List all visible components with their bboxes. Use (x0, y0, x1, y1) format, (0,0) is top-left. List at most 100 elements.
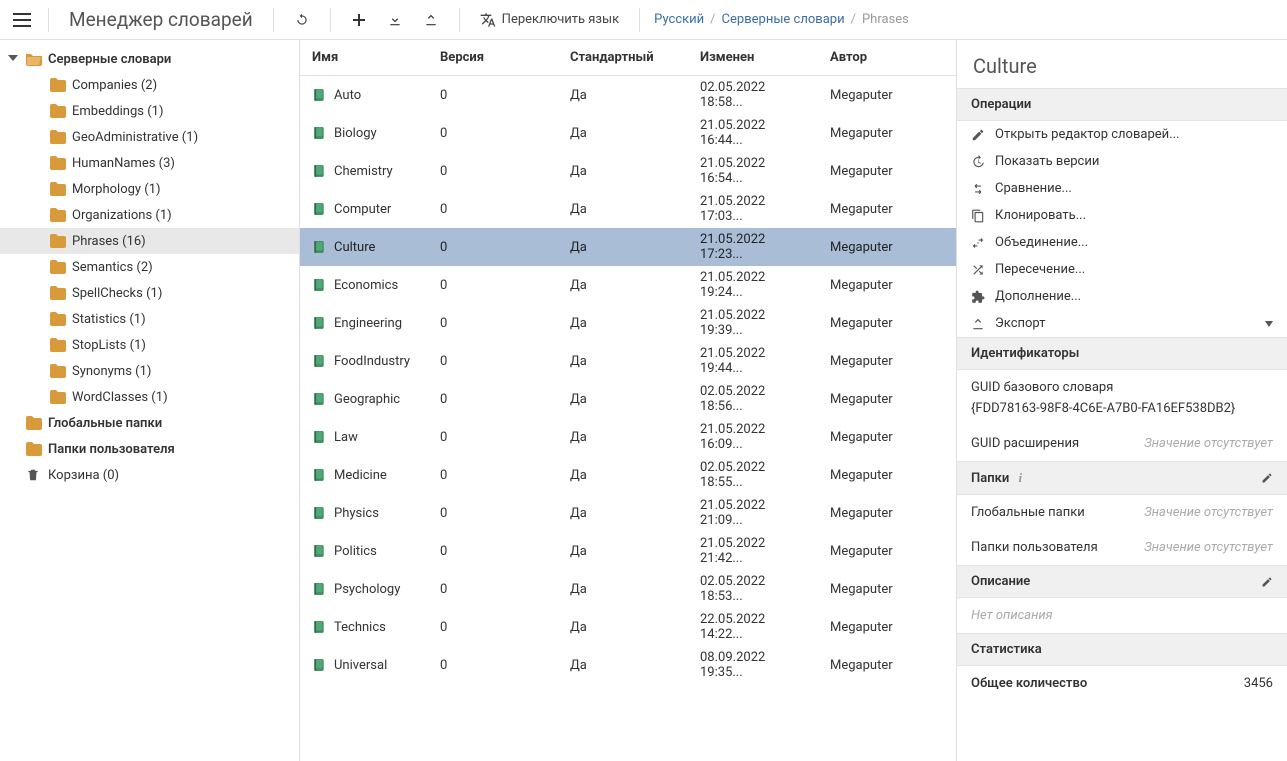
book-icon (312, 316, 326, 330)
breadcrumb-item[interactable]: Серверные словари (722, 12, 845, 27)
cell-version: 0 (428, 304, 558, 342)
tree-label: Глобальные папки (48, 416, 162, 431)
sidebar-folder[interactable]: Embeddings (1) (0, 98, 299, 124)
sidebar-folder[interactable]: HumanNames (3) (0, 150, 299, 176)
sidebar-folder[interactable]: Statistics (1) (0, 306, 299, 332)
separator (330, 8, 331, 32)
cell-modified: 21.05.2022 17:03... (688, 190, 818, 228)
import-button[interactable] (381, 6, 409, 34)
cell-name: Geographic (334, 392, 400, 407)
folder-icon (50, 78, 66, 92)
col-author[interactable]: Автор (818, 40, 956, 76)
sidebar-folder[interactable]: Phrases (16) (0, 228, 299, 254)
table-row[interactable]: Geographic0Да02.05.2022 18:56...Megapute… (300, 380, 956, 418)
cell-modified: 21.05.2022 21:42... (688, 532, 818, 570)
switch-language-label: Переключить язык (502, 12, 619, 27)
table-row[interactable]: Biology0Да21.05.2022 16:44...Megaputer (300, 114, 956, 152)
col-version[interactable]: Версия (428, 40, 558, 76)
sidebar-folder[interactable]: Companies (2) (0, 72, 299, 98)
sidebar-folder[interactable]: Semantics (2) (0, 254, 299, 280)
cell-name: Computer (334, 202, 391, 217)
cell-name: FoodIndustry (334, 354, 410, 369)
sidebar-folder[interactable]: StopLists (1) (0, 332, 299, 358)
menu-button[interactable] (10, 8, 34, 32)
sidebar: Серверные словари Companies (2) Embedding… (0, 40, 300, 761)
collapse-icon[interactable] (8, 53, 20, 65)
op-compare[interactable]: Сравнение... (957, 175, 1287, 202)
table-row[interactable]: Chemistry0Да21.05.2022 16:54...Megaputer (300, 152, 956, 190)
op-append[interactable]: Дополнение... (957, 283, 1287, 310)
sidebar-folder[interactable]: WordClasses (1) (0, 384, 299, 410)
cell-version: 0 (428, 608, 558, 646)
sidebar-folder[interactable]: Synonyms (1) (0, 358, 299, 384)
table-row[interactable]: Psychology0Да02.05.2022 18:53...Megapute… (300, 570, 956, 608)
tree-label: Корзина (0) (48, 468, 119, 483)
sidebar-folder[interactable]: SpellChecks (1) (0, 280, 299, 306)
cell-modified: 02.05.2022 18:53... (688, 570, 818, 608)
info-icon[interactable]: i (1015, 470, 1022, 485)
cell-standard: Да (558, 494, 688, 532)
table-row[interactable]: Engineering0Да21.05.2022 19:39...Megaput… (300, 304, 956, 342)
book-icon (312, 392, 326, 406)
table-row[interactable]: Universal0Да08.09.2022 19:35...Megaputer (300, 646, 956, 684)
table-row[interactable]: Physics0Да21.05.2022 21:09...Megaputer (300, 494, 956, 532)
copy-icon (971, 209, 985, 223)
table-row[interactable]: Politics0Да21.05.2022 21:42...Megaputer (300, 532, 956, 570)
book-icon (312, 582, 326, 596)
breadcrumb-item[interactable]: Русский (654, 12, 704, 27)
shuffle-icon (971, 263, 985, 277)
table-row[interactable]: Medicine0Да02.05.2022 18:55...Megaputer (300, 456, 956, 494)
cell-modified: 21.05.2022 19:24... (688, 266, 818, 304)
add-button[interactable] (345, 6, 373, 34)
table-row[interactable]: FoodIndustry0Да21.05.2022 19:44...Megapu… (300, 342, 956, 380)
folder-label: HumanNames (3) (72, 156, 175, 171)
table-row[interactable]: Law0Да21.05.2022 16:09...Megaputer (300, 418, 956, 456)
cell-modified: 21.05.2022 16:44... (688, 114, 818, 152)
sidebar-folder[interactable]: GeoAdministrative (1) (0, 124, 299, 150)
export-button[interactable] (417, 6, 445, 34)
tree-trash[interactable]: Корзина (0) (0, 462, 299, 488)
edit-button[interactable] (1261, 472, 1273, 484)
switch-language-button[interactable]: Переключить язык (474, 12, 625, 28)
folder-label: Embeddings (1) (72, 104, 164, 119)
op-export[interactable]: Экспорт (957, 310, 1287, 337)
folder-label: Phrases (16) (72, 234, 146, 249)
op-union[interactable]: Объединение... (957, 229, 1287, 256)
refresh-icon (295, 13, 309, 27)
label: Глобальные папки (971, 505, 1085, 520)
folder-label: GeoAdministrative (1) (72, 130, 198, 145)
folder-icon (50, 182, 66, 196)
sidebar-folder[interactable]: Morphology (1) (0, 176, 299, 202)
table-row[interactable]: Auto0Да02.05.2022 18:58...Megaputer (300, 76, 956, 115)
table-row[interactable]: Culture0Да21.05.2022 17:23...Megaputer (300, 228, 956, 266)
tree-user-folders[interactable]: Папки пользователя (0, 436, 299, 462)
col-name[interactable]: Имя (300, 40, 428, 76)
col-modified[interactable]: Изменен (688, 40, 818, 76)
table-row[interactable]: Computer0Да21.05.2022 17:03...Megaputer (300, 190, 956, 228)
sidebar-folder[interactable]: Organizations (1) (0, 202, 299, 228)
table-row[interactable]: Technics0Да22.05.2022 14:22...Megaputer (300, 608, 956, 646)
folder-icon (50, 130, 66, 144)
table-row[interactable]: Economics0Да21.05.2022 19:24...Megaputer (300, 266, 956, 304)
folder-label: Synonyms (1) (72, 364, 151, 379)
separator (273, 8, 274, 32)
book-icon (312, 468, 326, 482)
cell-standard: Да (558, 646, 688, 684)
cell-name: Auto (334, 88, 361, 103)
folder-label: Semantics (2) (72, 260, 153, 275)
col-standard[interactable]: Стандартный (558, 40, 688, 76)
op-clone[interactable]: Клонировать... (957, 202, 1287, 229)
tree-global-folders[interactable]: Глобальные папки (0, 410, 299, 436)
tree-root-server-dicts[interactable]: Серверные словари (0, 46, 299, 72)
op-intersect[interactable]: Пересечение... (957, 256, 1287, 283)
folder-label: StopLists (1) (72, 338, 146, 353)
edit-button[interactable] (1261, 576, 1273, 588)
value-missing: Значение отсутствует (1144, 540, 1273, 555)
op-show-versions[interactable]: Показать версии (957, 148, 1287, 175)
cell-author: Megaputer (818, 646, 956, 684)
op-open-editor[interactable]: Открыть редактор словарей... (957, 121, 1287, 148)
cell-version: 0 (428, 380, 558, 418)
folder-icon (26, 442, 42, 456)
cell-standard: Да (558, 190, 688, 228)
refresh-button[interactable] (288, 6, 316, 34)
